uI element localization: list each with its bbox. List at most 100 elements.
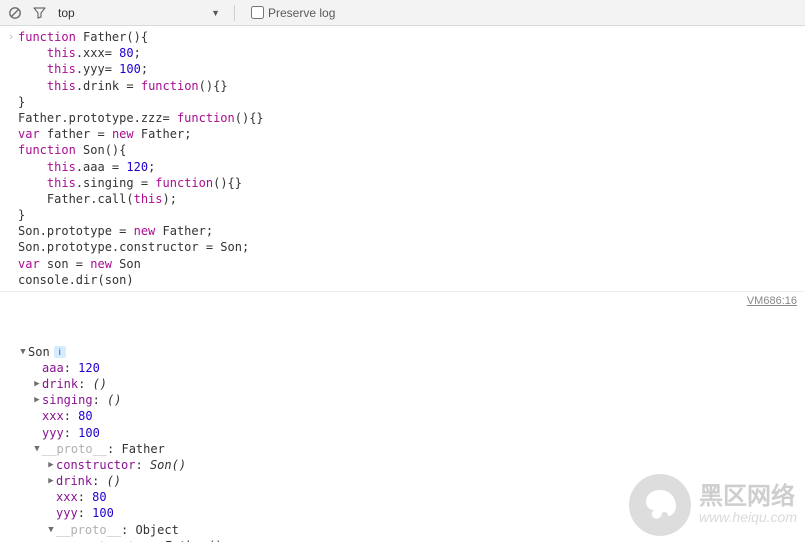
tree-node[interactable]: ▶aaa: 120	[18, 360, 783, 376]
code-token: ;	[134, 46, 141, 60]
property-separator: :	[121, 522, 135, 538]
code-token: Father;	[155, 224, 213, 238]
property-name: yyy	[42, 425, 64, 441]
source-link[interactable]: VM686:16	[747, 294, 797, 309]
property-separator: :	[135, 457, 149, 473]
code-token: }	[18, 208, 25, 222]
expand-arrow-icon[interactable]: ▼	[46, 524, 56, 536]
object-tree: ▼Soni▶aaa: 120▶drink: ()▶singing: ()▶xxx…	[18, 344, 783, 542]
code-token: father =	[40, 127, 112, 141]
code-token: ;	[141, 62, 148, 76]
property-name: yyy	[56, 505, 78, 521]
property-value: Father()	[164, 538, 222, 542]
property-separator: :	[64, 360, 78, 376]
code-token: new	[90, 257, 112, 271]
property-value: 100	[92, 505, 114, 521]
code-token: new	[134, 224, 156, 238]
tree-node[interactable]: ▶singing: ()	[18, 392, 783, 408]
property-separator: :	[93, 392, 107, 408]
expand-arrow-icon[interactable]: ▶	[46, 459, 56, 471]
code-token: function	[18, 143, 76, 157]
property-value: 80	[92, 489, 106, 505]
preserve-log-label: Preserve log	[268, 6, 335, 20]
code-token: (){}	[213, 176, 242, 190]
tree-node[interactable]: ▶yyy: 100	[18, 505, 783, 521]
tree-node[interactable]: ▼__proto__: Object	[18, 522, 783, 538]
code-content[interactable]: function Father(){ this.xxx= 80; this.yy…	[18, 29, 783, 288]
property-name: __proto__	[42, 441, 107, 457]
property-name: constructor	[70, 538, 149, 542]
property-value: 80	[78, 408, 92, 424]
context-selector[interactable]: top ▼	[54, 4, 224, 22]
output-content: VM686:16 ▼Soni▶aaa: 120▶drink: ()▶singin…	[18, 295, 783, 542]
code-token: this	[47, 176, 76, 190]
code-token: Son	[112, 257, 141, 271]
tree-root-label: Son	[28, 344, 50, 360]
arrow-spacer: ▶	[32, 427, 42, 439]
tree-node[interactable]: ▶xxx: 80	[18, 489, 783, 505]
tree-node[interactable]: ▶constructor: Father()	[18, 538, 783, 542]
expand-arrow-icon[interactable]: ▶	[32, 394, 42, 406]
filter-icon[interactable]	[30, 4, 48, 22]
tree-node[interactable]: ▶constructor: Son()	[18, 457, 783, 473]
input-marker-icon: ›	[4, 29, 18, 45]
code-token: new	[112, 127, 134, 141]
expand-arrow-icon[interactable]: ▼	[18, 346, 28, 358]
tree-node[interactable]: ▼__proto__: Father	[18, 441, 783, 457]
code-token: .xxx=	[76, 46, 119, 60]
tree-node[interactable]: ▶drink: ()	[18, 376, 783, 392]
toolbar-separator	[234, 5, 235, 21]
tree-node[interactable]: ▶xxx: 80	[18, 408, 783, 424]
code-token: function	[18, 30, 76, 44]
property-name: drink	[56, 473, 92, 489]
property-name: xxx	[56, 489, 78, 505]
chevron-down-icon: ▼	[211, 8, 220, 18]
code-token: .yyy=	[76, 62, 119, 76]
code-token: son =	[40, 257, 91, 271]
clear-console-icon[interactable]	[6, 4, 24, 22]
tree-root[interactable]: ▼Soni	[18, 344, 783, 360]
property-value: Object	[135, 522, 178, 538]
tree-node[interactable]: ▶drink: ()	[18, 473, 783, 489]
code-token: 120	[126, 160, 148, 174]
tree-node[interactable]: ▶yyy: 100	[18, 425, 783, 441]
property-value: 120	[78, 360, 100, 376]
console-output-row: VM686:16 ▼Soni▶aaa: 120▶drink: ()▶singin…	[0, 292, 805, 542]
code-token: .drink =	[76, 79, 141, 93]
code-token: 100	[119, 62, 141, 76]
code-token: }	[18, 95, 25, 109]
preserve-log-checkbox[interactable]	[251, 6, 264, 19]
property-value: Son()	[150, 457, 186, 473]
property-value: Father	[121, 441, 164, 457]
code-token	[18, 62, 47, 76]
code-token: function	[141, 79, 199, 93]
code-token: Father.call(	[18, 192, 134, 206]
property-separator: :	[64, 408, 78, 424]
arrow-spacer: ▶	[32, 410, 42, 422]
property-separator: :	[78, 505, 92, 521]
code-token: ;	[148, 160, 155, 174]
console-body[interactable]: › function Father(){ this.xxx= 80; this.…	[0, 26, 805, 542]
preserve-log-toggle[interactable]: Preserve log	[251, 6, 335, 20]
code-token: (){}	[199, 79, 228, 93]
code-token: var	[18, 257, 40, 271]
property-separator: :	[92, 473, 106, 489]
expand-arrow-icon[interactable]: ▼	[32, 443, 42, 455]
code-token: this	[47, 62, 76, 76]
property-separator: :	[78, 376, 92, 392]
info-badge-icon[interactable]: i	[54, 346, 66, 358]
property-name: __proto__	[56, 522, 121, 538]
code-token: (){}	[235, 111, 264, 125]
arrow-spacer: ▶	[46, 507, 56, 519]
property-name: constructor	[56, 457, 135, 473]
arrow-spacer: ▶	[46, 491, 56, 503]
expand-arrow-icon[interactable]: ▶	[46, 475, 56, 487]
code-token	[18, 79, 47, 93]
property-separator: :	[78, 489, 92, 505]
context-selector-label: top	[58, 6, 75, 20]
code-token: var	[18, 127, 40, 141]
property-value: ()	[93, 376, 107, 392]
code-token	[18, 160, 47, 174]
code-token: Son.prototype =	[18, 224, 134, 238]
expand-arrow-icon[interactable]: ▶	[32, 378, 42, 390]
